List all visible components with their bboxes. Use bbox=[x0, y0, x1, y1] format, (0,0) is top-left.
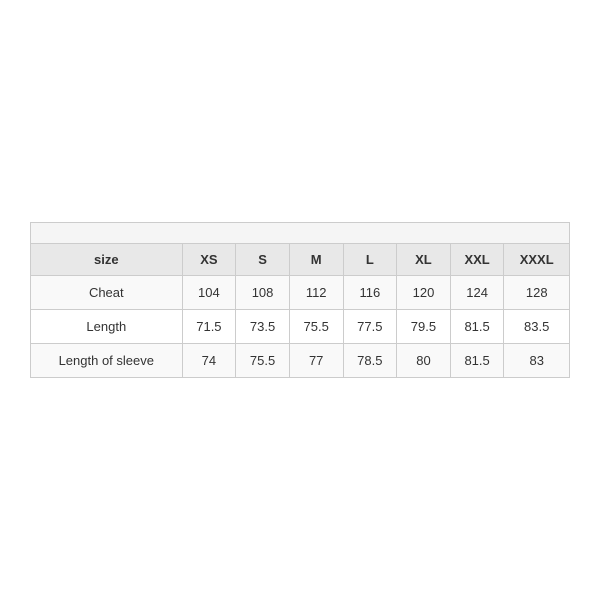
cell-r2-c6: 83 bbox=[504, 344, 569, 378]
table-row: Length71.573.575.577.579.581.583.5 bbox=[31, 310, 569, 344]
header-xs: XS bbox=[182, 244, 236, 276]
cell-r1-c0: 71.5 bbox=[182, 310, 236, 344]
header-xl: XL bbox=[397, 244, 451, 276]
cell-r1-c1: 73.5 bbox=[236, 310, 290, 344]
header-m: M bbox=[289, 244, 343, 276]
cell-r2-c2: 77 bbox=[289, 344, 343, 378]
cell-r0-c3: 116 bbox=[343, 276, 397, 310]
header-s: S bbox=[236, 244, 290, 276]
size-chart-container: sizeXSSMLXLXXLXXXL Cheat1041081121161201… bbox=[30, 222, 570, 378]
table-body: Cheat104108112116120124128Length71.573.5… bbox=[31, 276, 569, 378]
cell-r2-c3: 78.5 bbox=[343, 344, 397, 378]
header-xxl: XXL bbox=[450, 244, 504, 276]
cell-r0-c5: 124 bbox=[450, 276, 504, 310]
cell-r0-c0: 104 bbox=[182, 276, 236, 310]
cell-r2-c1: 75.5 bbox=[236, 344, 290, 378]
cell-r1-c4: 79.5 bbox=[397, 310, 451, 344]
cell-r1-c3: 77.5 bbox=[343, 310, 397, 344]
header-l: L bbox=[343, 244, 397, 276]
header-xxxl: XXXL bbox=[504, 244, 569, 276]
cell-r2-c4: 80 bbox=[397, 344, 451, 378]
cell-r1-c2: 75.5 bbox=[289, 310, 343, 344]
cell-r2-c5: 81.5 bbox=[450, 344, 504, 378]
row-label-2: Length of sleeve bbox=[31, 344, 182, 378]
row-label-1: Length bbox=[31, 310, 182, 344]
cell-r0-c6: 128 bbox=[504, 276, 569, 310]
row-label-0: Cheat bbox=[31, 276, 182, 310]
header-row: sizeXSSMLXLXXLXXXL bbox=[31, 244, 569, 276]
table-row: Length of sleeve7475.57778.58081.583 bbox=[31, 344, 569, 378]
header-size-label: size bbox=[31, 244, 182, 276]
table-row: Cheat104108112116120124128 bbox=[31, 276, 569, 310]
size-table: sizeXSSMLXLXXLXXXL Cheat1041081121161201… bbox=[31, 244, 569, 377]
cell-r0-c2: 112 bbox=[289, 276, 343, 310]
cell-r0-c1: 108 bbox=[236, 276, 290, 310]
cell-r1-c6: 83.5 bbox=[504, 310, 569, 344]
cell-r2-c0: 74 bbox=[182, 344, 236, 378]
cell-r1-c5: 81.5 bbox=[450, 310, 504, 344]
cell-r0-c4: 120 bbox=[397, 276, 451, 310]
chart-title-row bbox=[31, 223, 569, 244]
